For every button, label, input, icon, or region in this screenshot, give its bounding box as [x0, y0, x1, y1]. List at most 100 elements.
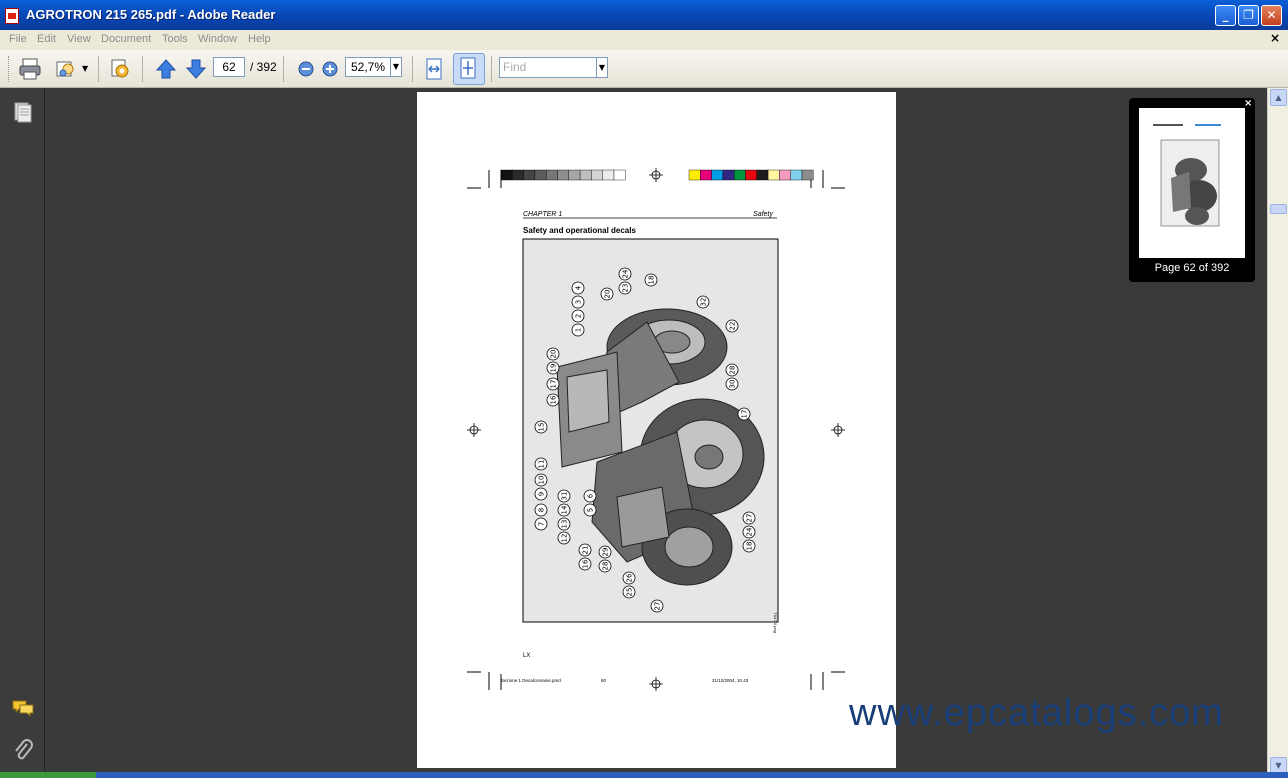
- decal-callout-label: 23: [621, 284, 629, 293]
- registration-mark: [649, 677, 663, 691]
- start-button[interactable]: [0, 772, 96, 778]
- decal-callout-label: 3: [574, 300, 582, 304]
- decal-callout-label: 18: [647, 276, 655, 285]
- decal-callout: 7: [534, 517, 548, 531]
- close-button[interactable]: ✕: [1261, 5, 1282, 26]
- email-search-icon[interactable]: [52, 55, 80, 83]
- decal-callout: 8: [534, 503, 548, 517]
- decal-callout: 21: [578, 543, 592, 557]
- decal-callout: 18: [644, 273, 658, 287]
- decal-callout: 24: [742, 525, 756, 539]
- decal-callout-label: 29: [601, 548, 609, 557]
- menu-file[interactable]: File: [9, 33, 27, 45]
- decal-callout: 16: [546, 393, 560, 407]
- color-swatch: [745, 169, 758, 181]
- decal-callout: 9: [534, 487, 548, 501]
- decal-callout-label: 2: [574, 314, 582, 318]
- document-view[interactable]: 1 2 3 4 20 23 24 18 32 22 20 19 17 16 30 28 15 17 11 10 9 8 7 3…: [45, 88, 1267, 778]
- decal-callout: 15: [534, 420, 548, 434]
- decal-callout: 6: [583, 489, 597, 503]
- decal-callout-label: 14: [560, 505, 568, 514]
- document-close-icon[interactable]: ×: [1270, 31, 1280, 45]
- toolbar-separator: [412, 56, 413, 82]
- decal-callout-label: 25: [625, 588, 633, 597]
- menu-window[interactable]: Window: [198, 33, 237, 45]
- comments-icon[interactable]: [11, 696, 35, 720]
- thumbnail-preview[interactable]: [1139, 108, 1245, 258]
- decal-callout: 10: [534, 473, 548, 487]
- registration-mark: [649, 168, 663, 182]
- previous-page-icon[interactable]: [152, 55, 180, 83]
- pdf-page: 1 2 3 4 20 23 24 18 32 22 20 19 17 16 30 28 15 17 11 10 9 8 7 3…: [417, 92, 896, 768]
- greyscale-swatch: [579, 169, 592, 181]
- decal-callout: 19: [546, 361, 560, 375]
- zoom-level-input[interactable]: 52,7%: [345, 57, 391, 77]
- color-swatch: [688, 169, 701, 181]
- greyscale-swatch: [545, 169, 558, 181]
- figure-code: TS47-0.png: [773, 612, 778, 633]
- decal-callout-label: 24: [745, 527, 753, 536]
- header-chapter: CHAPTER 1: [523, 211, 562, 218]
- settings-gear-icon[interactable]: [106, 55, 134, 83]
- toolbar: ▼: [0, 50, 1288, 88]
- toolbar-separator: [142, 56, 143, 82]
- decal-callout: 27: [742, 511, 756, 525]
- decal-callout: 17: [737, 407, 751, 421]
- decal-callout-label: 26: [625, 573, 633, 582]
- decal-callout-label: 18: [745, 542, 753, 551]
- color-swatch: [734, 169, 746, 181]
- decal-callout-label: 4: [574, 285, 582, 290]
- find-dropdown-button[interactable]: ▼: [597, 57, 608, 78]
- find-input[interactable]: Find: [499, 57, 597, 78]
- decal-callout-label: 24: [621, 269, 629, 278]
- decal-callout: 28: [598, 559, 612, 573]
- page-footer-code: LX: [523, 653, 530, 659]
- toolbar-grip[interactable]: [8, 56, 11, 82]
- decal-callout-label: 21: [581, 546, 589, 555]
- decal-callout-label: 20: [549, 350, 557, 359]
- page-thumbnail-popup: × Page 62 of 392: [1129, 98, 1255, 282]
- fit-width-icon[interactable]: [420, 55, 448, 83]
- next-page-icon[interactable]: [182, 55, 210, 83]
- decal-callout-label: 15: [537, 423, 545, 432]
- decal-callout: 24: [618, 267, 632, 281]
- thumbnail-close-icon[interactable]: ×: [1244, 98, 1252, 109]
- page-total-label: / 392: [250, 60, 277, 74]
- decal-callout-label: 1: [574, 328, 582, 332]
- decal-callout-label: 27: [745, 514, 753, 523]
- zoom-in-icon[interactable]: [316, 55, 344, 83]
- attachments-paperclip-icon[interactable]: [11, 738, 35, 762]
- decal-callout-label: 19: [549, 364, 557, 373]
- scroll-thumb[interactable]: [1270, 204, 1287, 214]
- minimize-button[interactable]: _: [1215, 5, 1236, 26]
- page-number-input[interactable]: 62: [213, 57, 245, 77]
- chevron-down-icon[interactable]: ▼: [82, 64, 88, 73]
- decal-callout-label: 20: [603, 290, 611, 299]
- color-swatch: [779, 169, 791, 181]
- decal-callout-label: 11: [537, 460, 545, 469]
- decal-callout: 20: [600, 287, 614, 301]
- menu-view[interactable]: View: [67, 33, 91, 45]
- taskbar-strip: [0, 772, 1288, 778]
- menu-tools[interactable]: Tools: [162, 33, 188, 45]
- decal-callout: 4: [571, 281, 585, 295]
- zoom-dropdown-button[interactable]: ▼: [391, 57, 402, 77]
- color-swatch: [790, 169, 803, 181]
- vertical-scrollbar[interactable]: ▲ ▼: [1267, 88, 1288, 778]
- fit-page-icon[interactable]: [453, 53, 485, 85]
- menu-edit[interactable]: Edit: [37, 33, 56, 45]
- decal-callout-label: 13: [560, 520, 568, 529]
- pages-icon[interactable]: [11, 100, 35, 124]
- menu-document[interactable]: Document: [101, 33, 151, 45]
- decal-callout: 23: [618, 281, 632, 295]
- print-icon[interactable]: [16, 55, 44, 83]
- color-swatch: [700, 169, 712, 181]
- header-section: Safety: [753, 211, 773, 218]
- decal-callout: 18: [742, 539, 756, 553]
- decal-callout-label: 5: [586, 508, 594, 512]
- scroll-up-button[interactable]: ▲: [1270, 89, 1287, 106]
- decal-callout: 20: [546, 347, 560, 361]
- maximize-button[interactable]: ❐: [1238, 5, 1259, 26]
- greyscale-swatch: [568, 169, 581, 181]
- menu-help[interactable]: Help: [248, 33, 271, 45]
